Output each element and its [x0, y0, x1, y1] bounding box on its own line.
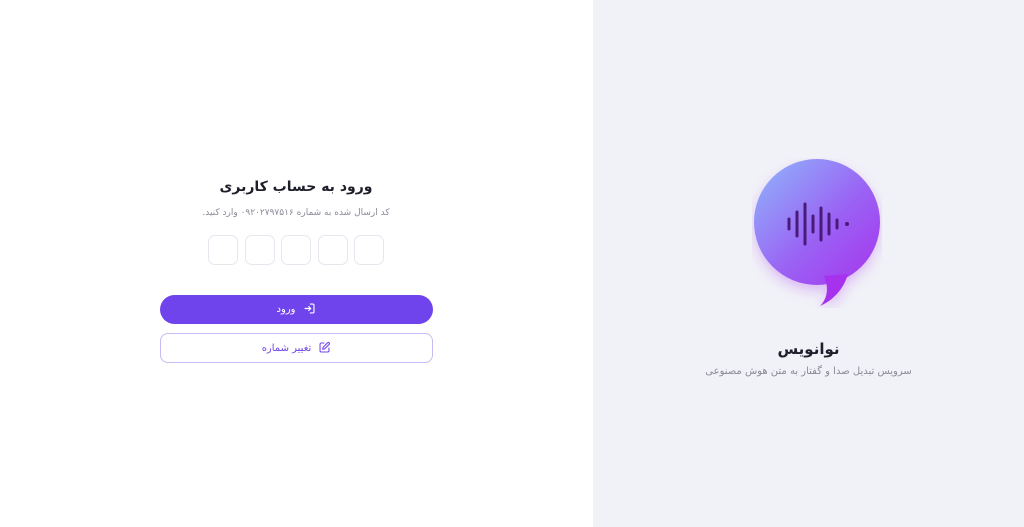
otp-digit-input[interactable] [281, 235, 311, 265]
brand-name: نوانویس [777, 340, 840, 358]
login-submit-button[interactable]: ورود [160, 295, 433, 324]
brand-tagline: سرویس تبدیل صدا و گفتار به متن هوش مصنوع… [705, 366, 912, 377]
change-number-label: تغییر شماره [261, 342, 312, 354]
change-number-button[interactable]: تغییر شماره [160, 333, 433, 363]
otp-code-input-group [208, 235, 384, 265]
otp-digit-input[interactable] [245, 235, 275, 265]
otp-digit-input[interactable] [354, 235, 384, 265]
edit-icon [318, 339, 331, 358]
otp-instructions: کد ارسال شده به شماره ۰۹۲۰۲۷۹۷۵۱۶ وارد ک… [202, 208, 390, 218]
page-title: ورود به حساب کاربری [219, 179, 373, 195]
otp-digit-input[interactable] [318, 235, 348, 265]
otp-digit-input[interactable] [208, 235, 238, 265]
login-submit-label: ورود [276, 304, 296, 315]
login-enter-icon [303, 300, 316, 319]
voice-wave-bubble-icon [752, 158, 882, 308]
